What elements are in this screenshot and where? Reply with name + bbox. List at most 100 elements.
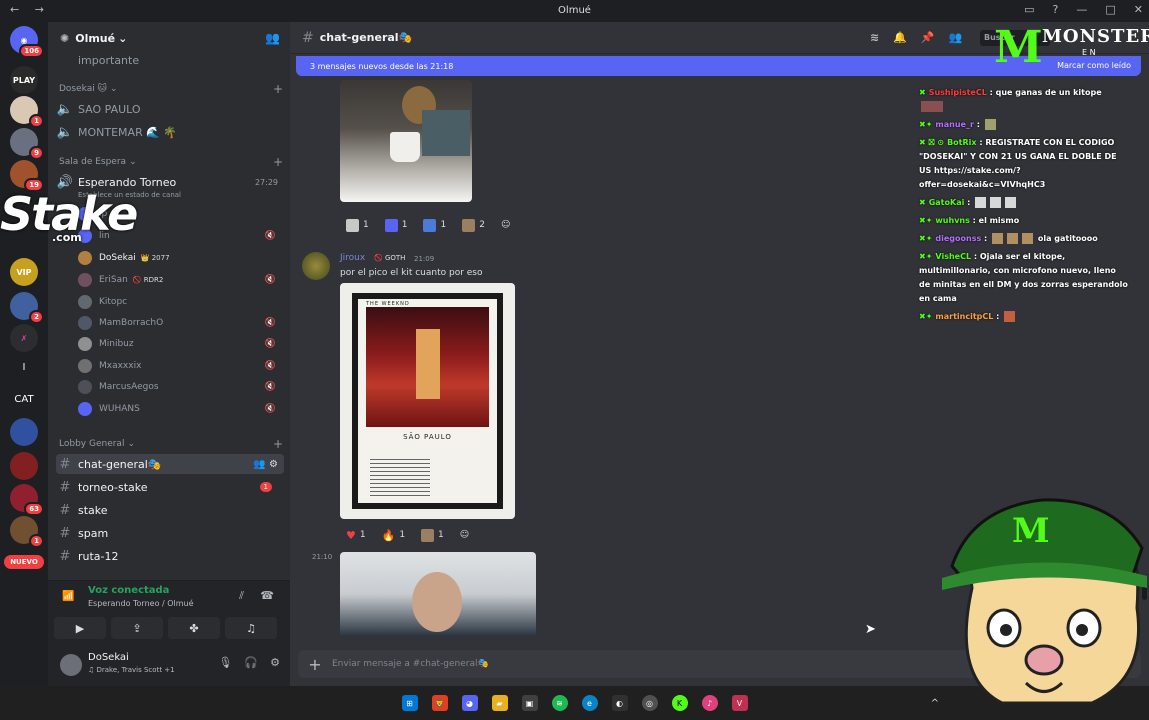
- user-tag: 🚫 GOTH: [374, 254, 406, 262]
- browser-icon[interactable]: 🦁: [431, 695, 448, 711]
- hash-icon: #: [302, 29, 314, 46]
- attachment-image[interactable]: [340, 80, 472, 202]
- voice-timer: 27:29: [254, 177, 278, 187]
- attachment-image[interactable]: [340, 552, 536, 636]
- minimize-icon[interactable]: —: [1076, 3, 1087, 16]
- members-icon[interactable]: 👥: [949, 31, 963, 44]
- reaction[interactable]: 1: [379, 216, 414, 234]
- music-icon[interactable]: ♪: [701, 695, 718, 711]
- kick-icon[interactable]: K: [671, 695, 688, 711]
- home-icon[interactable]: ◉ 106: [10, 26, 44, 58]
- gear-icon[interactable]: ⚙: [270, 656, 280, 669]
- server-icon[interactable]: 1: [10, 516, 44, 548]
- server-icon[interactable]: [10, 452, 38, 480]
- voice-status[interactable]: Voz conectada: [88, 585, 169, 596]
- screenshare-button[interactable]: ⇪: [111, 617, 163, 639]
- microphone-icon[interactable]: 🎙: [218, 656, 232, 669]
- channel-chat-general[interactable]: # chat-general🎭 👥 ⚙: [56, 454, 284, 474]
- channel-importante[interactable]: importante: [56, 50, 284, 70]
- server-icon[interactable]: 19: [10, 160, 44, 192]
- signal-icon[interactable]: 📶: [62, 591, 74, 602]
- bell-icon[interactable]: 🔔: [893, 31, 907, 44]
- pin-icon[interactable]: 📌: [921, 31, 935, 44]
- server-play-icon[interactable]: PLAY: [10, 66, 38, 94]
- message-input[interactable]: Enviar mensaje a #chat-general🎭: [332, 659, 489, 669]
- server-icon[interactable]: 2: [10, 292, 44, 324]
- category-lobby-general[interactable]: Lobby General ⌄ +: [59, 437, 287, 451]
- server-icon[interactable]: [10, 418, 38, 446]
- voice-user[interactable]: WUHANS 🔇: [78, 399, 284, 419]
- threads-icon[interactable]: ≋: [870, 31, 879, 44]
- voice-channel-montemar[interactable]: 🔈 MONTEMAR 🌊 🌴: [56, 122, 284, 142]
- app-icon[interactable]: ◐: [611, 695, 628, 711]
- voice-user[interactable]: Minibuz 🔇: [78, 334, 284, 354]
- voice-channel-sao-paulo[interactable]: 🔈 SAO PAULO: [56, 99, 284, 119]
- server-vip-icon[interactable]: VIP: [10, 258, 38, 286]
- app-icon[interactable]: ▣: [521, 695, 538, 711]
- noise-suppression-icon[interactable]: ⫽: [239, 589, 244, 603]
- avatar[interactable]: [302, 252, 330, 280]
- activities-button[interactable]: ✤: [168, 617, 220, 639]
- mouse-cursor-icon: ➤: [865, 622, 876, 637]
- spotify-icon[interactable]: ≋: [551, 695, 568, 711]
- close-icon[interactable]: ✕: [1134, 3, 1143, 16]
- reaction[interactable]: 🔥 1: [376, 526, 411, 544]
- add-attachment-icon[interactable]: +: [298, 655, 332, 674]
- inbox-icon[interactable]: ▭: [1024, 3, 1034, 16]
- reaction[interactable]: 1: [340, 216, 375, 234]
- reaction-bar: ♥ 1 🔥 1 1 ☺: [340, 526, 475, 544]
- add-channel-icon[interactable]: +: [273, 437, 283, 451]
- add-channel-icon[interactable]: +: [273, 155, 283, 169]
- monster-claw-icon: M: [994, 22, 1043, 73]
- stream-chat-line: ✖✦ manue_r :: [919, 118, 1129, 132]
- new-servers-pill[interactable]: NUEVO: [4, 555, 44, 569]
- help-icon[interactable]: ?: [1053, 3, 1059, 16]
- voice-user[interactable]: EriSan 🚫 RDR2 🔇: [78, 270, 284, 290]
- edge-icon[interactable]: e: [581, 695, 598, 711]
- server-cat[interactable]: CAT: [0, 394, 48, 405]
- server-icon[interactable]: ✗: [10, 324, 38, 352]
- server-icon[interactable]: 1: [10, 96, 44, 128]
- category-sala-de-espera[interactable]: Sala de Espera ⌄ +: [59, 155, 287, 169]
- reaction[interactable]: 1: [417, 216, 452, 234]
- avatar[interactable]: [60, 654, 82, 676]
- server-icon[interactable]: 9: [10, 128, 44, 160]
- reaction[interactable]: 1: [415, 526, 450, 544]
- obs-icon[interactable]: ◎: [641, 695, 658, 711]
- reaction[interactable]: 2: [456, 216, 491, 234]
- add-user-icon[interactable]: 👥: [265, 31, 280, 45]
- tray-chevron-icon[interactable]: ^: [931, 698, 939, 709]
- voice-user[interactable]: MamBorrachO 🔇: [78, 313, 284, 333]
- start-icon[interactable]: ⊞: [401, 695, 418, 711]
- channel-stake[interactable]: # stake: [56, 500, 284, 520]
- server-text-icon[interactable]: I: [0, 362, 48, 373]
- channel-spam[interactable]: # spam: [56, 523, 284, 543]
- add-channel-icon[interactable]: +: [273, 82, 283, 96]
- disconnect-icon[interactable]: ☎: [260, 589, 274, 602]
- maximize-icon[interactable]: □: [1105, 3, 1115, 16]
- voice-user[interactable]: Mxaxxxix 🔇: [78, 356, 284, 376]
- settings-icon[interactable]: 👥 ⚙: [253, 459, 278, 470]
- message-author[interactable]: Jiroux: [340, 253, 365, 263]
- channel-ruta-12[interactable]: # ruta-12: [56, 546, 284, 566]
- add-reaction-icon[interactable]: ☺: [495, 216, 516, 234]
- stream-chat-line: ✖✦ wuhvns : el mismo: [919, 216, 1020, 225]
- category-dosekai[interactable]: Dosekai 🐱 ⌄ +: [59, 82, 287, 96]
- stream-chat-line: ✖ ⛝ ⊙ BotRix : REGISTRATE CON EL CODIGO "…: [919, 138, 1117, 189]
- files-icon[interactable]: ▰: [491, 695, 508, 711]
- channel-torneo-stake[interactable]: # torneo-stake 1: [56, 477, 284, 497]
- voice-user[interactable]: Kitopc: [78, 292, 284, 312]
- reaction[interactable]: ♥ 1: [340, 526, 372, 544]
- avatar: [78, 316, 92, 330]
- valorant-icon[interactable]: V: [731, 695, 748, 711]
- add-reaction-icon[interactable]: ☺: [454, 526, 475, 544]
- discord-icon[interactable]: ◕: [461, 695, 478, 711]
- username[interactable]: DoSekai: [88, 652, 129, 663]
- soundboard-button[interactable]: ♫: [225, 617, 277, 639]
- server-icon[interactable]: 63: [10, 484, 44, 516]
- voice-user[interactable]: MarcusAegos 🔇: [78, 377, 284, 397]
- voice-location[interactable]: Esperando Torneo / Olmué: [88, 599, 194, 608]
- attachment-image[interactable]: THE WEEKND SÃO PAULO: [340, 283, 515, 519]
- headphones-icon[interactable]: 🎧: [244, 656, 258, 669]
- camera-button[interactable]: ▶: [54, 617, 106, 639]
